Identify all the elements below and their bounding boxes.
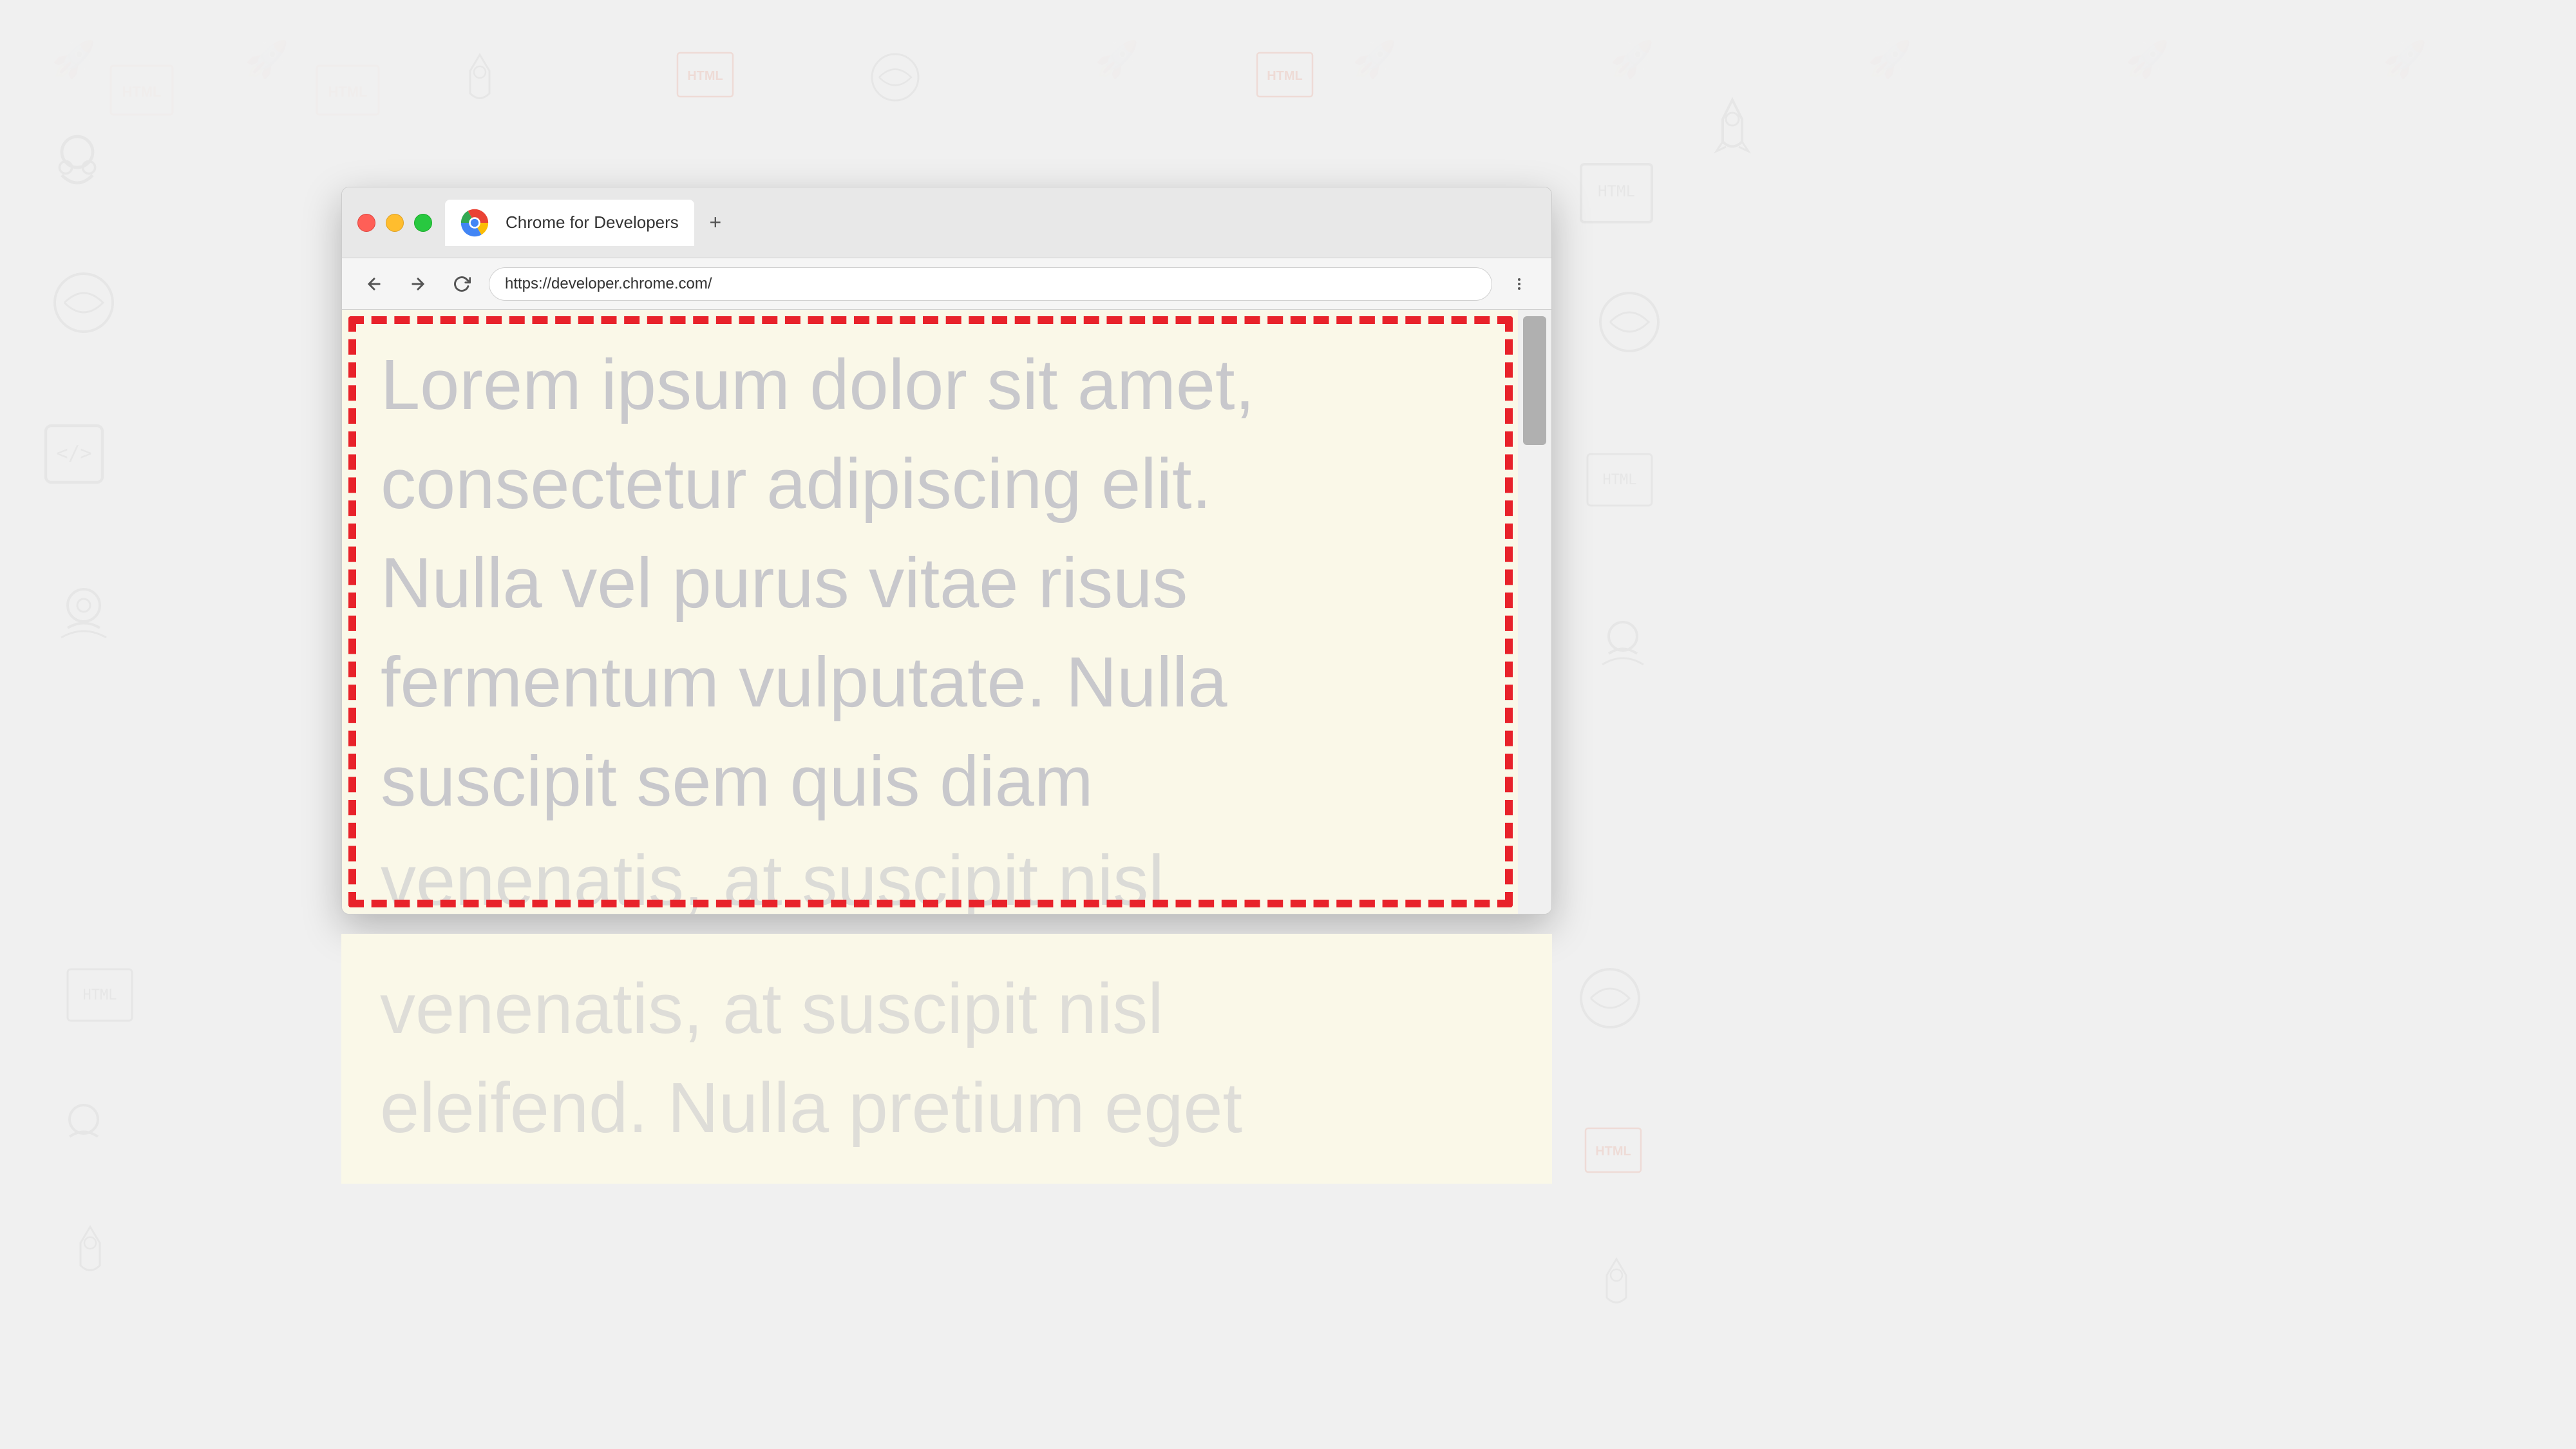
deco-right-4 (1591, 612, 1655, 679)
svg-text:HTML: HTML (328, 84, 367, 100)
svg-text:HTML: HTML (1595, 1144, 1631, 1159)
deco-icon: 🚀 (1095, 39, 1139, 80)
reload-button[interactable] (445, 267, 478, 301)
nav-bar: https://developer.chrome.com/ (342, 258, 1551, 310)
browser-window: Chrome for Developers + https://develope… (341, 187, 1552, 914)
deco-top-1 (451, 52, 509, 113)
deco-icon: 🚀 (245, 39, 289, 80)
deco-bottom-right-3 (1591, 1256, 1642, 1317)
address-bar[interactable]: https://developer.chrome.com/ (489, 267, 1492, 301)
traffic-lights (357, 214, 432, 232)
forward-button[interactable] (401, 267, 435, 301)
deco-left-2 (52, 270, 116, 338)
deco-right-rocket (1707, 97, 1758, 164)
svg-text:HTML: HTML (1267, 69, 1303, 83)
maximize-button[interactable] (414, 214, 432, 232)
new-tab-button[interactable]: + (699, 207, 732, 239)
svg-text:HTML: HTML (1603, 472, 1637, 488)
deco-bottom-right-2: HTML (1584, 1127, 1642, 1177)
minimize-button[interactable] (386, 214, 404, 232)
html-badge-deco: HTML (109, 64, 174, 116)
scrollbar-thumb[interactable] (1523, 316, 1546, 445)
deco-bottom-3 (64, 1224, 116, 1285)
dashed-border-overlay (348, 316, 1513, 907)
back-button[interactable] (357, 267, 391, 301)
svg-text:HTML: HTML (122, 84, 161, 100)
svg-text:HTML: HTML (1598, 182, 1635, 200)
deco-icon: 🚀 (2383, 39, 2427, 80)
html-badge-top: HTML (676, 52, 734, 101)
svg-text:HTML: HTML (83, 987, 117, 1003)
tab-area: Chrome for Developers + (445, 200, 1536, 246)
tab-title: Chrome for Developers (506, 213, 679, 232)
active-tab[interactable]: Chrome for Developers (445, 200, 694, 246)
deco-icon: 🚀 (52, 39, 95, 80)
deco-right-1: HTML (1578, 161, 1655, 229)
deco-bottom-1: HTML (64, 966, 135, 1027)
page-content: Lorem ipsum dolor sit amet, consectetur … (342, 310, 1551, 914)
deco-icon: 🚀 (1352, 39, 1396, 80)
url-text: https://developer.chrome.com/ (505, 275, 712, 293)
below-browser-content: venenatis, at suscipit nisleleifend. Nul… (341, 934, 1552, 1184)
deco-left-4 (52, 580, 116, 647)
svg-text:HTML: HTML (687, 69, 723, 83)
deco-left-1 (39, 129, 116, 224)
title-bar: Chrome for Developers + (342, 187, 1551, 258)
menu-button[interactable] (1502, 267, 1536, 301)
svg-text:</>: </> (56, 442, 92, 465)
deco-top-2 (869, 52, 921, 106)
close-button[interactable] (357, 214, 375, 232)
deco-icon: 🚀 (2125, 39, 2169, 80)
deco-bottom-right-1 (1578, 966, 1642, 1034)
deco-right-3: HTML (1584, 451, 1655, 512)
deco-left-3: </> (39, 419, 109, 493)
html-badge-deco: HTML (316, 64, 380, 116)
deco-icon: 🚀 (1868, 39, 1911, 80)
html-badge-top-2: HTML (1256, 52, 1314, 101)
deco-right-2 (1597, 290, 1662, 357)
deco-icon: 🚀 (1610, 39, 1654, 80)
deco-bottom-2 (52, 1095, 116, 1162)
scrollbar-track (1518, 310, 1551, 914)
chrome-logo-icon (460, 209, 489, 237)
